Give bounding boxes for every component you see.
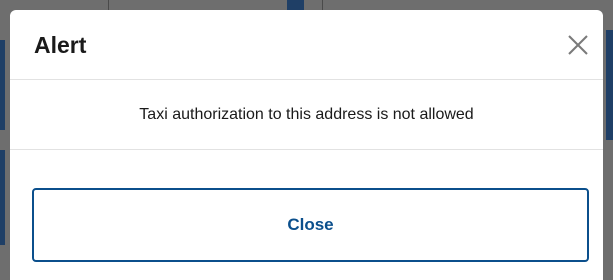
background-panel-top (287, 0, 304, 10)
alert-dialog: Alert Taxi authorization to this address… (10, 10, 603, 280)
background-divider (322, 0, 323, 10)
close-button[interactable]: Close (32, 188, 589, 262)
background-panel-left-top (0, 40, 5, 130)
alert-message: Taxi authorization to this address is no… (139, 106, 474, 123)
background-divider (108, 0, 109, 10)
background-panel-left-bottom (0, 150, 5, 245)
dialog-title: Alert (34, 32, 87, 58)
dialog-body: Taxi authorization to this address is no… (10, 80, 603, 150)
close-icon[interactable] (565, 32, 591, 58)
dialog-header: Alert (10, 10, 603, 80)
dialog-footer: Close (10, 150, 603, 280)
background-panel-right (606, 30, 613, 140)
